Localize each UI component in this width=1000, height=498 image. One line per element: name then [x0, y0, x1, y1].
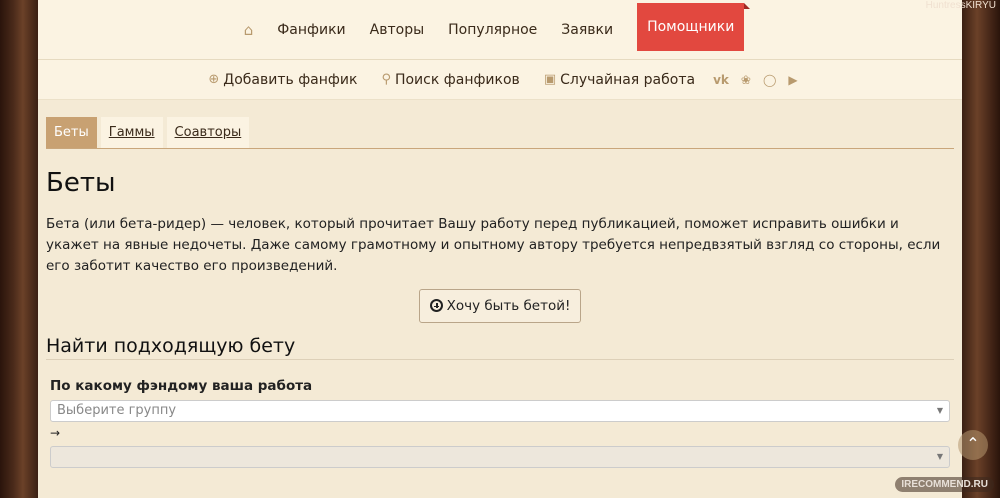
helper-tabs: Беты Гаммы Соавторы	[46, 117, 954, 149]
chevron-down-icon: ▼	[936, 406, 943, 415]
watermark-site: IRECOMMEND.RU	[895, 477, 994, 492]
twitter-icon[interactable]: ❀	[741, 73, 751, 87]
find-beta-heading: Найти подходящую бету	[46, 335, 954, 360]
tab-betas[interactable]: Беты	[46, 117, 97, 148]
plus-circle-icon	[429, 299, 443, 312]
search-fanfics-label: Поиск фанфиков	[394, 71, 520, 88]
become-beta-button[interactable]: Хочу быть бетой!	[418, 289, 582, 323]
tab-coauthors[interactable]: Соавторы	[166, 117, 250, 148]
tab-gammas[interactable]: Гаммы	[100, 117, 163, 148]
nav-fanfics[interactable]: Фанфики	[277, 0, 345, 60]
nav-requests[interactable]: Заявки	[561, 0, 613, 60]
instagram-icon[interactable]: ◯	[763, 73, 776, 87]
scroll-up-icon[interactable]: ⌃	[958, 430, 988, 460]
group-select[interactable]: Выберите группу ▼	[50, 400, 950, 422]
arrow-icon: →	[50, 426, 61, 440]
fandom-label: По какому фэндому ваша работа	[50, 378, 313, 394]
main-content: Беты Бета (или бета-ридер) — человек, ко…	[46, 168, 954, 468]
add-fanfic-link[interactable]: ⊕ Добавить фанфик	[208, 72, 357, 88]
search-fanfics-link[interactable]: ⚲ Поиск фанфиков	[381, 72, 519, 88]
dice-icon: ▣	[543, 72, 557, 87]
fandom-select[interactable]: ▼	[50, 446, 950, 468]
youtube-icon[interactable]: ▶	[788, 73, 797, 87]
group-select-placeholder: Выберите группу	[57, 403, 177, 418]
become-beta-label: Хочу быть бетой!	[446, 298, 571, 314]
home-icon[interactable]: ⌂	[244, 21, 254, 39]
chevron-down-icon: ▼	[936, 452, 943, 461]
plus-circle-icon: ⊕	[208, 72, 220, 87]
wood-frame-left	[0, 0, 38, 498]
vk-icon[interactable]: vk	[713, 73, 729, 87]
secondary-navigation: ⊕ Добавить фанфик ⚲ Поиск фанфиков ▣ Слу…	[38, 60, 962, 100]
beta-description: Бета (или бета-ридер) — человек, который…	[46, 216, 941, 274]
add-fanfic-label: Добавить фанфик	[223, 71, 358, 88]
nav-helpers[interactable]: Помощники	[637, 2, 751, 51]
top-navigation: ⌂ Фанфики Авторы Популярное Заявки Помощ…	[38, 0, 962, 60]
nav-authors[interactable]: Авторы	[370, 0, 425, 60]
random-work-label: Случайная работа	[560, 71, 696, 88]
nav-popular[interactable]: Популярное	[448, 0, 537, 60]
page-title: Беты	[46, 168, 116, 198]
wood-frame-right	[962, 0, 1000, 498]
random-work-link[interactable]: ▣ Случайная работа	[544, 72, 695, 88]
watermark-username: HuntressKIRYU	[925, 0, 996, 11]
search-icon: ⚲	[381, 72, 391, 87]
page-content: ⌂ Фанфики Авторы Популярное Заявки Помощ…	[38, 0, 962, 498]
